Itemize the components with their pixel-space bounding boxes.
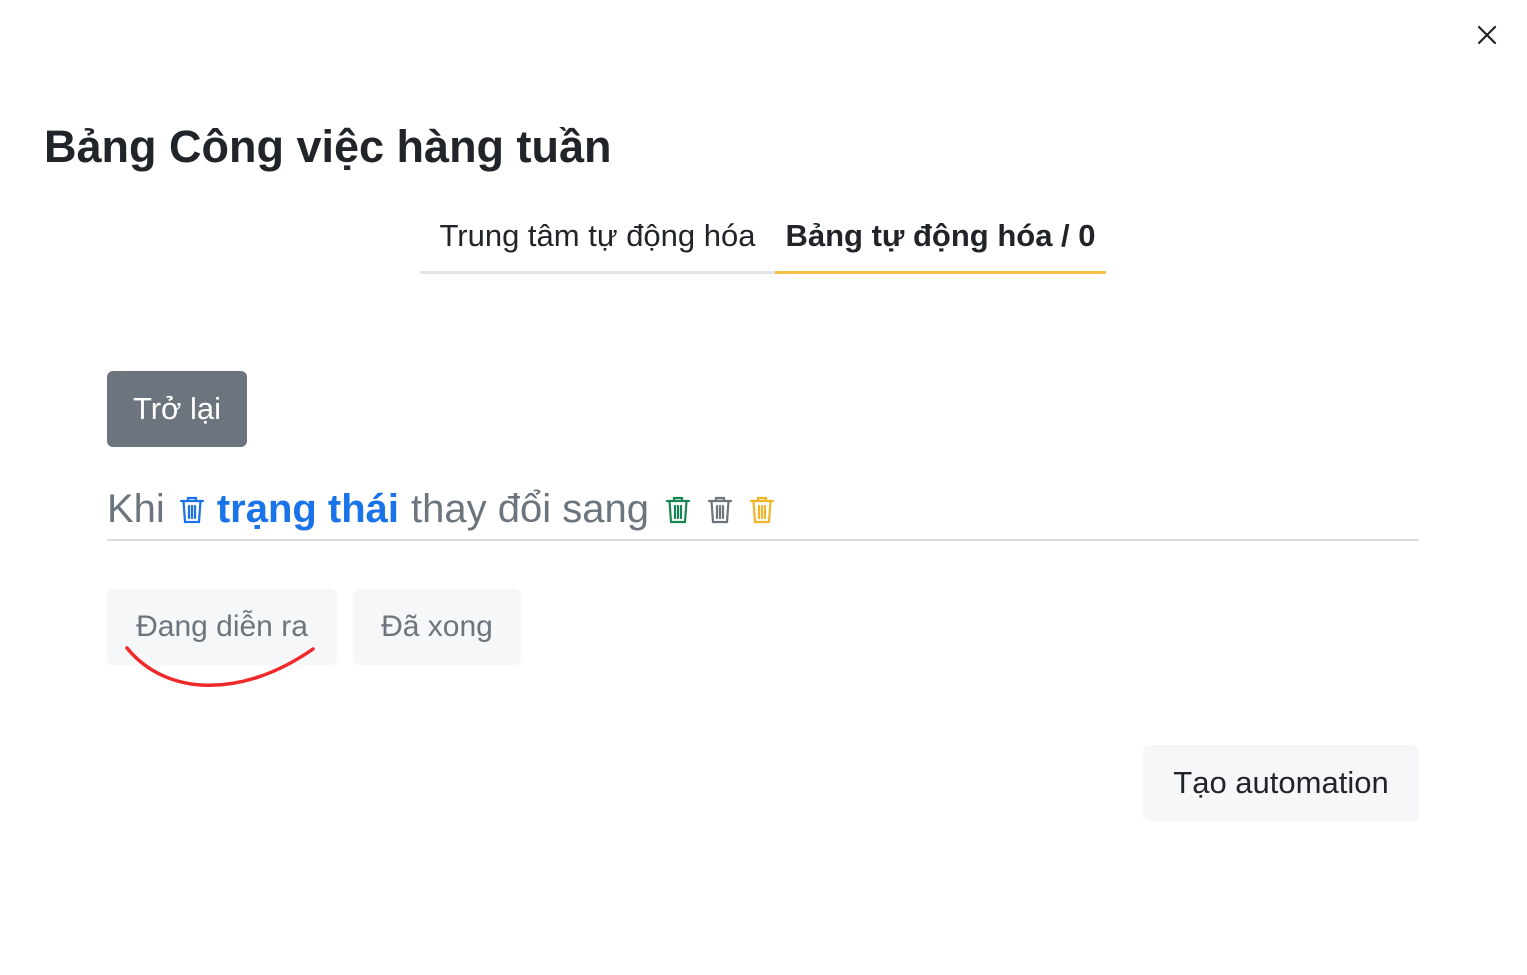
- status-option-in-progress[interactable]: Đang diễn ra: [107, 589, 337, 665]
- rule-verb: thay đổi sang: [411, 487, 649, 531]
- trash-icon[interactable]: [665, 495, 691, 525]
- close-icon[interactable]: [1474, 22, 1500, 48]
- back-button[interactable]: Trở lại: [107, 371, 247, 447]
- rule-field-status[interactable]: trạng thái: [217, 487, 399, 532]
- tab-bar: Trung tâm tự động hóa Bảng tự động hóa /…: [420, 200, 1106, 274]
- tab-automation-center[interactable]: Trung tâm tự động hóa: [420, 200, 775, 274]
- automation-rule-sentence: Khi trạng thái thay đổi sang: [107, 480, 1419, 541]
- trash-icon[interactable]: [179, 495, 205, 525]
- page-title: Bảng Công việc hàng tuần: [44, 121, 612, 172]
- trash-icon[interactable]: [707, 495, 733, 525]
- create-automation-button[interactable]: Tạo automation: [1143, 745, 1419, 821]
- rule-prefix: Khi: [107, 487, 165, 531]
- trash-icon[interactable]: [749, 495, 775, 525]
- status-option-done[interactable]: Đã xong: [353, 589, 521, 665]
- automation-modal: Bảng Công việc hàng tuần Trung tâm tự độ…: [0, 0, 1527, 975]
- tab-board-automation[interactable]: Bảng tự động hóa / 0: [775, 200, 1106, 274]
